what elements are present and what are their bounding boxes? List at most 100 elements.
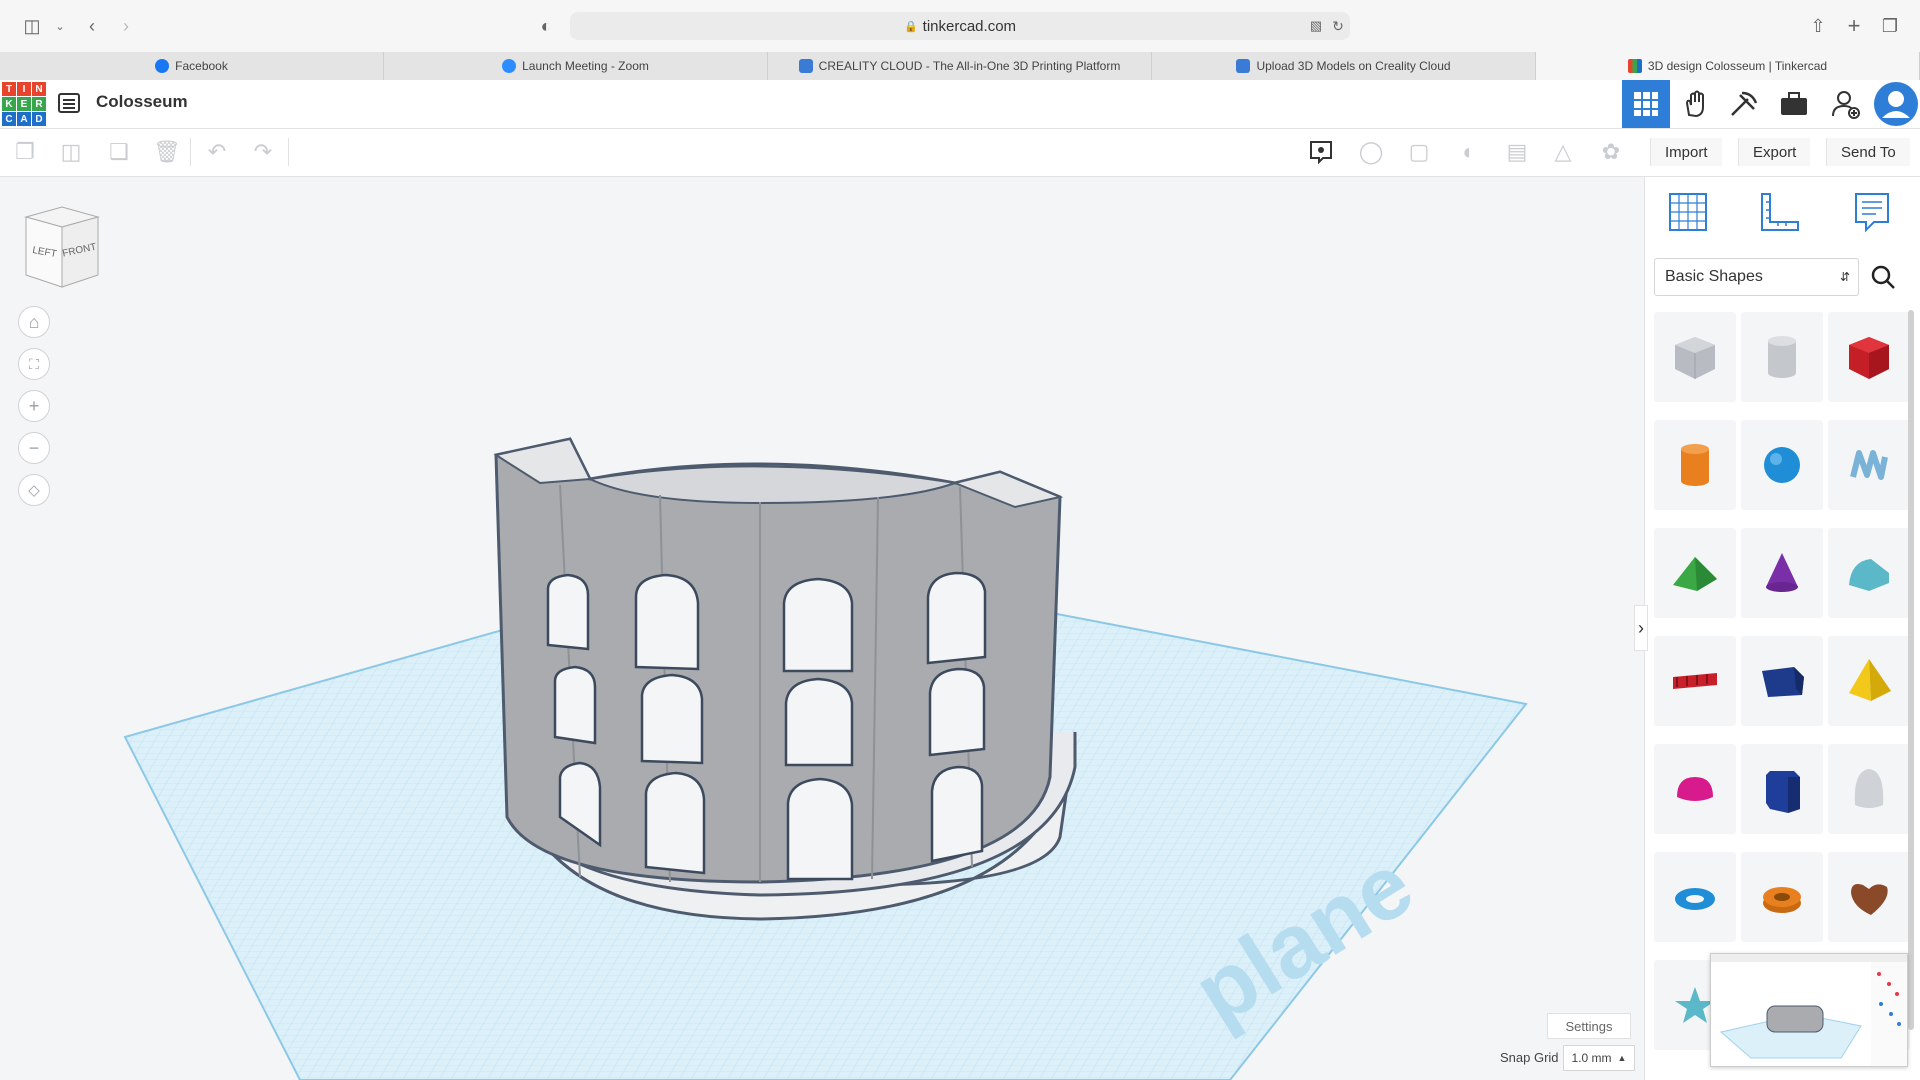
shape-scribble[interactable] [1828, 420, 1910, 510]
logo-letter: T [2, 82, 16, 96]
address-bar[interactable]: 🔒 tinkercad.com [570, 12, 1350, 40]
shape-grid [1654, 312, 1910, 1050]
send-to-button[interactable]: Send To [1826, 138, 1910, 166]
cone-icon [1766, 553, 1798, 592]
privacy-shield-icon[interactable]: ◐ [532, 12, 560, 40]
shape-box-hole[interactable] [1654, 312, 1736, 402]
export-button[interactable]: Export [1738, 138, 1811, 166]
mirror-icon[interactable]: △ [1548, 137, 1578, 167]
sphere-icon [1764, 447, 1800, 483]
zoom-out-icon[interactable]: − [18, 432, 50, 464]
undo-icon[interactable]: ↶ [202, 137, 232, 167]
panel-scrollbar[interactable] [1908, 310, 1914, 1030]
tab-label: Launch Meeting - Zoom [522, 59, 649, 73]
tab-facebook[interactable]: Facebook [0, 52, 384, 80]
shape-round-roof[interactable] [1828, 528, 1910, 618]
share-icon[interactable]: ⇧ [1804, 12, 1832, 40]
text-shape-icon [1673, 673, 1717, 689]
tinkercad-logo[interactable]: T I N K E R C A D [2, 82, 46, 126]
notes-visibility-icon[interactable] [1306, 137, 1336, 167]
torus-icon [1675, 888, 1715, 910]
view-cube[interactable]: LEFT FRONT [22, 205, 102, 294]
shape-category-select[interactable]: Basic Shapes ⇵ [1654, 258, 1859, 296]
workspace-canvas[interactable]: plane [0, 177, 1643, 1080]
shape-cylinder-hole[interactable] [1741, 312, 1823, 402]
reload-icon[interactable]: ↻ [1324, 12, 1352, 40]
paste-icon[interactable]: ◫ [56, 137, 86, 167]
tab-creality-upload[interactable]: Upload 3D Models on Creality Cloud [1152, 52, 1536, 80]
snap-grid-value: 1.0 mm [1571, 1051, 1612, 1065]
screenshot-thumbnail[interactable] [1710, 953, 1908, 1067]
tab-label: CREALITY CLOUD - The All-in-One 3D Print… [818, 59, 1121, 73]
delete-icon[interactable]: 🗑 [152, 137, 182, 167]
thumbnail-preview [1711, 954, 1907, 1066]
facebook-icon [155, 59, 170, 73]
shape-pyramid[interactable] [1828, 636, 1910, 726]
roof-icon [1673, 557, 1717, 591]
copy-icon[interactable]: ❐ [10, 137, 40, 167]
bricks-button[interactable] [1720, 80, 1768, 128]
shape-cone[interactable] [1741, 528, 1823, 618]
tab-label: Upload 3D Models on Creality Cloud [1256, 59, 1451, 73]
group-icon[interactable]: ▢ [1404, 137, 1434, 167]
pickaxe-icon [1731, 91, 1758, 116]
fit-view-icon[interactable]: ⛶ [18, 348, 50, 380]
round-roof-icon [1849, 559, 1889, 591]
search-icon[interactable] [1864, 258, 1902, 296]
settings-button[interactable]: Settings [1547, 1013, 1631, 1039]
hand-icon [1685, 90, 1704, 118]
caret-up-icon: ▲ [1617, 1053, 1627, 1063]
shape-half-sphere[interactable] [1654, 744, 1736, 834]
shape-text[interactable] [1654, 636, 1736, 726]
home-view-icon[interactable]: ⌂ [18, 306, 50, 338]
shape-torus[interactable] [1654, 852, 1736, 942]
new-tab-icon[interactable]: + [1840, 12, 1868, 40]
colosseum-model[interactable] [493, 437, 1077, 921]
shape-tube[interactable] [1741, 852, 1823, 942]
tab-tinkercad[interactable]: 3D design Colosseum | Tinkercad [1536, 52, 1920, 80]
projects-button[interactable] [1770, 80, 1818, 128]
sidebar-toggle-icon[interactable]: ◫ [18, 12, 46, 40]
invite-user-button[interactable] [1822, 80, 1870, 128]
briefcase-icon [1781, 92, 1807, 115]
workplane-tool-icon[interactable] [1666, 190, 1712, 236]
perspective-icon[interactable]: ◇ [18, 474, 50, 506]
notes-icon[interactable] [1850, 190, 1896, 236]
logo-letter: R [32, 97, 46, 111]
zoom-in-icon[interactable]: + [18, 390, 50, 422]
redo-icon[interactable]: ↷ [248, 137, 278, 167]
blocks-button[interactable] [1672, 80, 1720, 128]
tab-creality[interactable]: CREALITY CLOUD - The All-in-One 3D Print… [768, 52, 1152, 80]
forward-icon[interactable]: › [112, 12, 140, 40]
back-icon[interactable]: ‹ [78, 12, 106, 40]
shape-polygon[interactable] [1741, 744, 1823, 834]
profile-avatar[interactable] [1872, 80, 1920, 128]
cylinder-hole-icon [1768, 336, 1796, 378]
align-icon[interactable]: ▤ [1502, 137, 1532, 167]
scribble-icon [1850, 450, 1888, 480]
tab-zoom[interactable]: Launch Meeting - Zoom [384, 52, 768, 80]
shape-sphere[interactable] [1741, 420, 1823, 510]
cruise-icon[interactable]: ✿ [1596, 137, 1626, 167]
logo-letter: C [2, 112, 16, 126]
ruler-icon[interactable] [1758, 190, 1804, 236]
tube-icon [1763, 887, 1801, 913]
shape-cylinder[interactable] [1654, 420, 1736, 510]
shape-heart[interactable] [1828, 852, 1910, 942]
shape-box[interactable] [1828, 312, 1910, 402]
design-title[interactable]: Colosseum [96, 92, 188, 112]
tab-overview-icon[interactable]: ❐ [1876, 12, 1904, 40]
shape-wedge[interactable] [1741, 636, 1823, 726]
collapse-panel-icon[interactable]: › [1634, 605, 1648, 651]
lightbulb-icon[interactable]: ◯ [1356, 137, 1386, 167]
shape-category-value: Basic Shapes [1665, 268, 1763, 285]
shape-roof[interactable] [1654, 528, 1736, 618]
snap-grid-select[interactable]: 1.0 mm ▲ [1563, 1045, 1635, 1071]
ungroup-icon[interactable]: ◐ [1454, 137, 1484, 167]
chevron-down-icon[interactable]: ⌄ [46, 12, 74, 40]
shape-paraboloid[interactable] [1828, 744, 1910, 834]
3d-view-button[interactable] [1622, 80, 1670, 128]
duplicate-icon[interactable]: ❑ [104, 137, 134, 167]
import-button[interactable]: Import [1650, 138, 1722, 166]
design-list-icon[interactable] [58, 93, 80, 113]
